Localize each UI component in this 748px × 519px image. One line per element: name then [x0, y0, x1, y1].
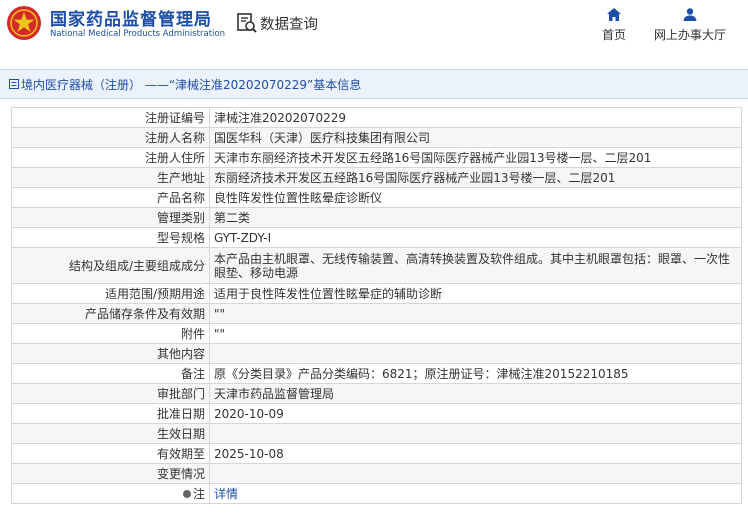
table-row: 有效期至 2025-10-08: [11, 443, 742, 464]
field-label: 产品储存条件及有效期: [11, 303, 210, 324]
table-row: 其他内容: [11, 343, 742, 364]
data-query-label: 数据查询: [260, 16, 318, 33]
home-icon: [607, 8, 621, 21]
field-value: [209, 343, 742, 364]
table-row: 注 详情: [11, 483, 742, 504]
field-value: 天津市药品监督管理局: [209, 383, 742, 404]
field-label: 注册证编号: [11, 107, 210, 128]
field-label: 附件: [11, 323, 210, 344]
table-row: 适用范围/预期用途 适用于良性阵发性位置性眩晕症的辅助诊断: [11, 283, 742, 304]
details-link[interactable]: 详情: [214, 487, 238, 501]
breadcrumb-text: 境内医疗器械（注册） ——“津械注准20202070229”基本信息: [21, 77, 362, 92]
data-query-link[interactable]: 数据查询: [236, 12, 318, 34]
field-label: 注册人住所: [11, 147, 210, 168]
nav-home-label: 首页: [601, 28, 626, 42]
field-value: GYT-ZDY-I: [209, 227, 742, 248]
field-label: 适用范围/预期用途: [11, 283, 210, 304]
field-value: "": [209, 303, 742, 324]
table-row: 型号规格 GYT-ZDY-I: [11, 227, 742, 248]
nav-online-service-hall-label: 网上办事大厅: [653, 28, 726, 42]
registration-detail-table: 注册证编号 津械注准20202070229 注册人名称 国医华科（天津）医疗科技集团…: [11, 107, 742, 504]
note-dot-icon: [182, 490, 191, 498]
field-label: 生效日期: [11, 423, 210, 444]
field-label: 有效期至: [11, 443, 210, 464]
field-value: 天津市东丽经济技术开发区五经路16号国际医疗器械产业园13号楼一层、二层201: [209, 147, 742, 168]
field-value: 2025-10-08: [209, 443, 742, 464]
field-value: 原《分类目录》产品分类编码：6821；原注册证号：津械注准20152210185: [209, 363, 742, 384]
document-search-icon: [237, 13, 257, 33]
table-row: 注册人住所 天津市东丽经济技术开发区五经路16号国际医疗器械产业园13号楼一层、二…: [11, 147, 742, 168]
field-value: 东丽经济技术开发区五经路16号国际医疗器械产业园13号楼一层、二层201: [209, 167, 742, 188]
field-value: [209, 423, 742, 444]
field-label: 结构及组成/主要组成成分: [11, 247, 210, 284]
breadcrumb: 境内医疗器械（注册） ——“津械注准20202070229”基本信息: [0, 69, 748, 99]
field-label: 变更情况: [11, 463, 210, 484]
table-row: 批准日期 2020-10-09: [11, 403, 742, 424]
field-label: 产品名称: [11, 187, 210, 208]
field-value: 适用于良性阵发性位置性眩晕症的辅助诊断: [209, 283, 742, 304]
emblem-logo-icon: [7, 6, 41, 40]
table-row: 注册人名称 国医华科（天津）医疗科技集团有限公司: [11, 127, 742, 148]
note-value-cell: 详情: [209, 483, 742, 504]
agency-name: 国家药品监督管理局: [50, 10, 212, 30]
field-label: 批准日期: [11, 403, 210, 424]
field-value: 2020-10-09: [209, 403, 742, 424]
note-label: 注: [192, 486, 205, 501]
field-value: 第二类: [209, 207, 742, 228]
table-row: 产品名称 良性阵发性位置性眩晕症诊断仪: [11, 187, 742, 208]
field-value: 本产品由主机眼罩、无线传输装置、高清转换装置及软件组成。其中主机眼罩包括：眼罩、…: [209, 247, 742, 284]
user-icon: [683, 8, 697, 21]
agency-name-en: National Medical Products Administration: [50, 29, 225, 39]
field-label: 管理类别: [11, 207, 210, 228]
field-label: 其他内容: [11, 343, 210, 364]
note-label-cell: 注: [11, 483, 210, 504]
table-row: 变更情况: [11, 463, 742, 484]
table-row: 审批部门 天津市药品监督管理局: [11, 383, 742, 404]
nav-home[interactable]: 首页: [598, 8, 630, 43]
table-row: 备注 原《分类目录》产品分类编码：6821；原注册证号：津械注准201522101…: [11, 363, 742, 384]
nav-online-service-hall[interactable]: 网上办事大厅: [650, 8, 730, 43]
field-label: 生产地址: [11, 167, 210, 188]
table-row: 结构及组成/主要组成成分 本产品由主机眼罩、无线传输装置、高清转换装置及软件组成。…: [11, 247, 742, 284]
table-row: 生产地址 东丽经济技术开发区五经路16号国际医疗器械产业园13号楼一层、二层201: [11, 167, 742, 188]
table-row: 管理类别 第二类: [11, 207, 742, 228]
field-label: 注册人名称: [11, 127, 210, 148]
field-value: [209, 463, 742, 484]
field-value: 良性阵发性位置性眩晕症诊断仪: [209, 187, 742, 208]
field-label: 备注: [11, 363, 210, 384]
field-value: "": [209, 323, 742, 344]
table-row: 生效日期: [11, 423, 742, 444]
list-icon: [9, 79, 19, 89]
table-row: 注册证编号 津械注准20202070229: [11, 107, 742, 128]
field-value: 国医华科（天津）医疗科技集团有限公司: [209, 127, 742, 148]
table-row: 产品储存条件及有效期 "": [11, 303, 742, 324]
field-label: 审批部门: [11, 383, 210, 404]
table-row: 附件 "": [11, 323, 742, 344]
site-header: 国家药品监督管理局 National Medical Products Admi…: [0, 0, 748, 56]
field-value: 津械注准20202070229: [209, 107, 742, 128]
field-label: 型号规格: [11, 227, 210, 248]
